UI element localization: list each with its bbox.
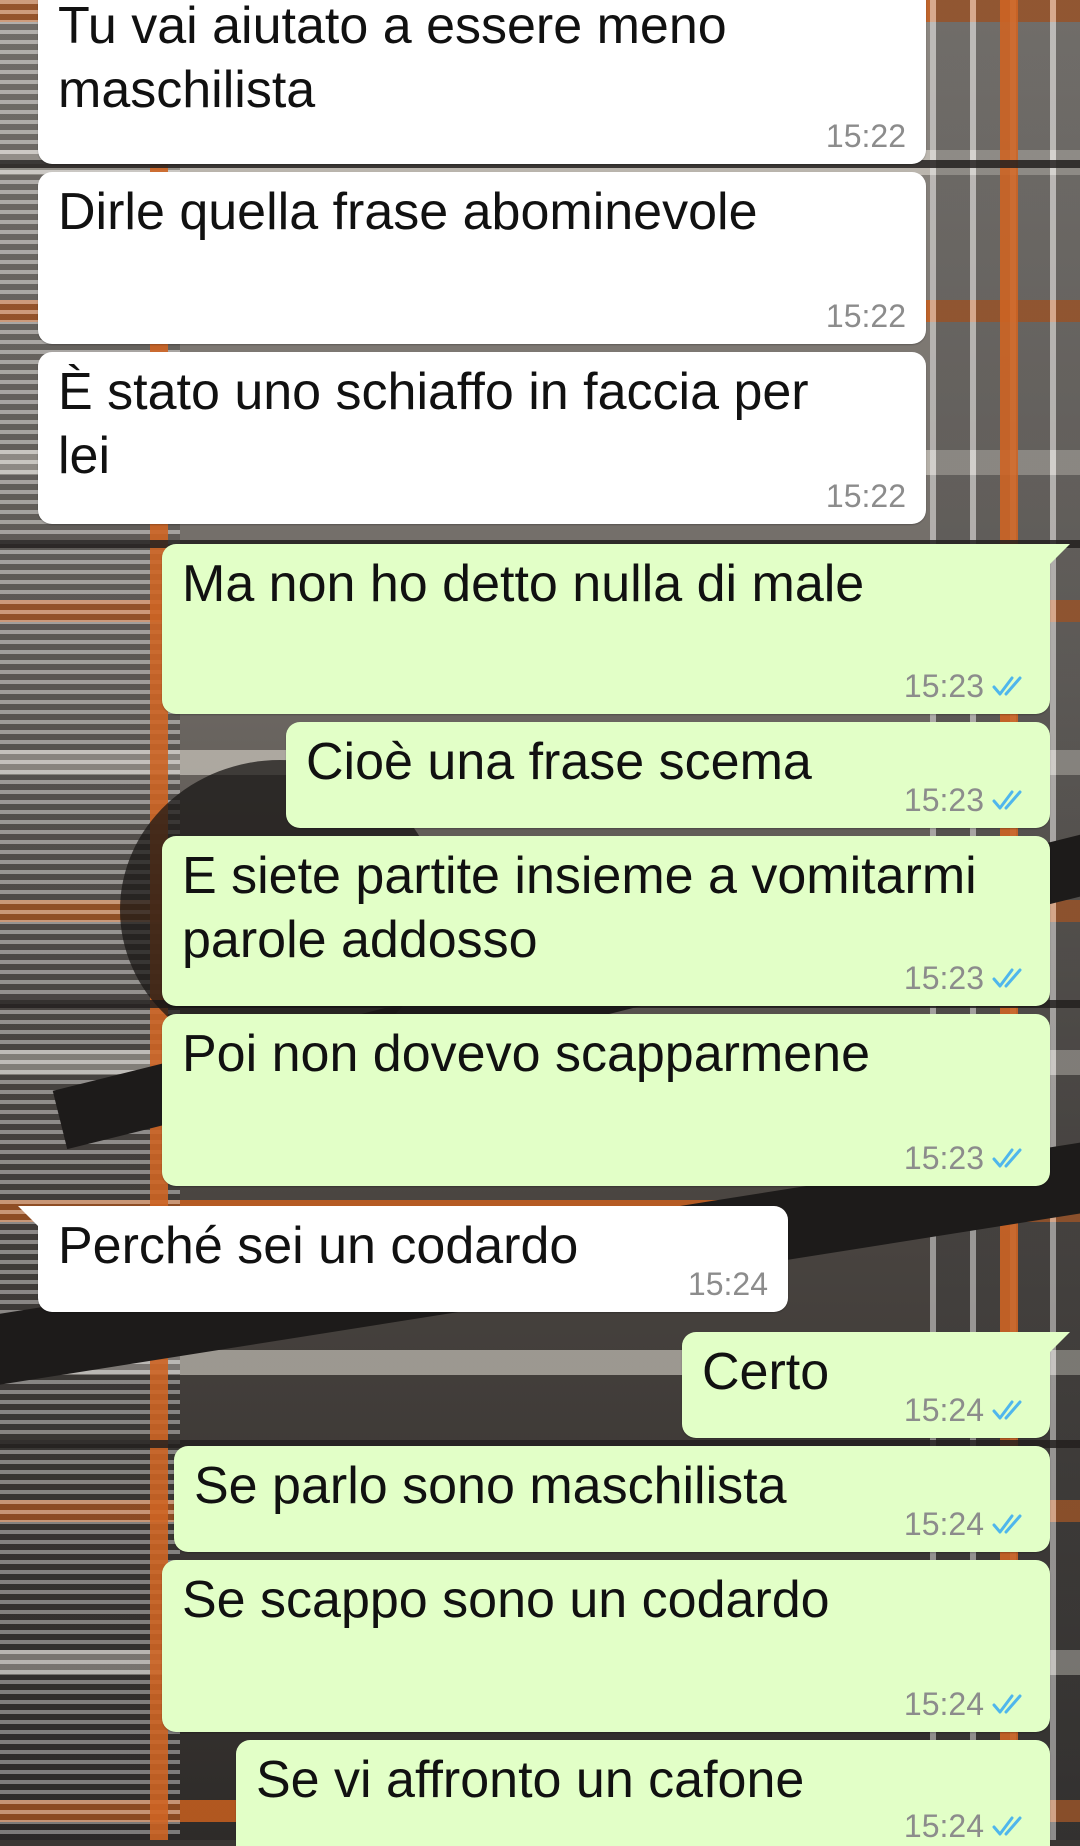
message-bubble-outgoing[interactable]: Se parlo sono maschilista 15:24 [174, 1446, 1050, 1552]
message-time: 15:23 [903, 960, 984, 996]
message-text: Perché sei un codardo [58, 1217, 579, 1275]
message-time: 15:23 [903, 782, 984, 818]
message-text: Se vi affronto un cafone [256, 1751, 805, 1809]
message-bubble-incoming[interactable]: Perché sei un codardo 15:24 [18, 1206, 788, 1312]
message-time: 15:24 [903, 1808, 984, 1844]
message-time: 15:22 [825, 118, 906, 154]
double-check-read-icon [992, 1816, 1022, 1836]
message-bubble-outgoing[interactable]: Poi non dovevo scapparmene 15:23 [162, 1014, 1050, 1186]
message-text: Ma non ho detto nulla di male [182, 555, 865, 613]
message-time: 15:24 [903, 1392, 984, 1428]
message-text: Se scappo sono un codardo [182, 1571, 830, 1629]
message-text: Dirle quella frase abominevole [58, 183, 758, 241]
double-check-read-icon [992, 1148, 1022, 1168]
message-bubble-outgoing[interactable]: E siete partite insieme a vomitarmi paro… [162, 836, 1050, 1006]
message-list[interactable]: Tu vai aiutato a essere meno maschilista… [0, 0, 1080, 1846]
message-time: 15:24 [903, 1686, 984, 1722]
double-check-read-icon [992, 968, 1022, 988]
double-check-read-icon [992, 676, 1022, 696]
message-time: 15:22 [825, 298, 906, 334]
double-check-read-icon [992, 1514, 1022, 1534]
double-check-read-icon [992, 1694, 1022, 1714]
message-bubble-incoming[interactable]: Tu vai aiutato a essere meno maschilista… [38, 0, 926, 164]
double-check-read-icon [992, 790, 1022, 810]
message-bubble-outgoing[interactable]: Cioè una frase scema 15:23 [286, 722, 1050, 828]
message-text: Poi non dovevo scapparmene [182, 1025, 871, 1083]
message-time: 15:23 [903, 668, 984, 704]
message-bubble-outgoing[interactable]: Certo 15:24 [682, 1332, 1070, 1438]
message-text: Tu vai aiutato a essere meno maschilista [58, 0, 727, 119]
message-bubble-outgoing[interactable]: Ma non ho detto nulla di male 15:23 [162, 544, 1070, 714]
message-text: È stato uno schiaffo in faccia per lei [58, 363, 809, 485]
message-text: E siete partite insieme a vomitarmi paro… [182, 847, 977, 969]
message-time: 15:22 [825, 478, 906, 514]
double-check-read-icon [992, 1400, 1022, 1420]
message-bubble-outgoing[interactable]: Se vi affronto un cafone 15:24 [236, 1740, 1050, 1846]
message-bubble-outgoing[interactable]: Se scappo sono un codardo 15:24 [162, 1560, 1050, 1732]
message-bubble-incoming[interactable]: È stato uno schiaffo in faccia per lei 1… [38, 352, 926, 524]
message-time: 15:23 [903, 1140, 984, 1176]
message-time: 15:24 [903, 1506, 984, 1542]
message-bubble-incoming[interactable]: Dirle quella frase abominevole 15:22 [38, 172, 926, 344]
message-time: 15:24 [687, 1266, 768, 1302]
